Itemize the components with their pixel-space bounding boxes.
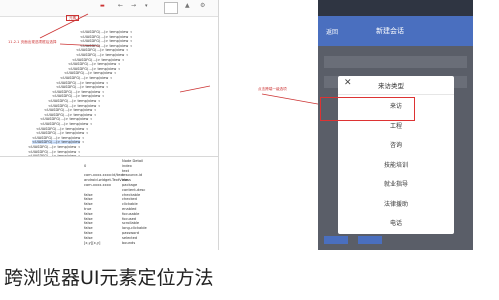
bottom-button[interactable]	[324, 236, 348, 244]
tree-node[interactable]: <UIASDFG(...)> temp/view▾	[60, 64, 112, 80]
tree-node[interactable]: <UIASDFG(...)> temp/view▾	[28, 147, 80, 163]
expand-caret-icon[interactable]: ▾	[106, 81, 108, 85]
expand-caret-icon[interactable]: ▾	[118, 67, 120, 71]
tree-node[interactable]: <UIASDFG(...)> temp/view▾	[52, 82, 104, 98]
properties-panel: Node Detail 0 index text com.xxxx.xxxx:id/te…	[0, 157, 218, 250]
tree-node[interactable]: <UIASDFG(...)> temp/view▾	[72, 46, 124, 62]
prop-key: password	[122, 231, 140, 235]
prop-key: content-desc	[122, 187, 146, 192]
tree-node[interactable]: <UIASDFG(...)> temp/view▾	[48, 87, 100, 103]
expand-caret-icon[interactable]: ▾	[110, 76, 112, 80]
bottom-button[interactable]	[358, 236, 382, 244]
tree-node[interactable]: <UIASDFG(...)> temp/view▾	[36, 115, 88, 131]
prop-key: index	[122, 163, 132, 168]
prop-value: com.xxxx.xxxx	[84, 183, 111, 187]
expand-caret-icon[interactable]: ▾	[94, 113, 96, 117]
prop-value: com.xxxx.xxxx:id/text	[84, 173, 124, 178]
tree-node[interactable]: <UIASDFG(...)> temp/view▾	[76, 36, 128, 52]
prop-value: false	[84, 202, 93, 207]
page-title: 新建会话	[376, 27, 404, 35]
caption-title: 跨浏览器UI元素定位方法	[4, 267, 214, 289]
modal-divider	[338, 94, 454, 95]
prop-key: resource-id	[122, 173, 143, 178]
tree-node[interactable]: <UIASDFG(...)> temp/view▾	[40, 105, 92, 121]
form-row[interactable]	[324, 56, 467, 68]
tree-node[interactable]: <UIASDFG(...)> temp/view▾	[80, 32, 132, 48]
prop-value: true	[84, 207, 92, 211]
expand-caret-icon[interactable]: ▾	[82, 140, 84, 144]
expand-caret-icon[interactable]: ▾	[98, 104, 100, 108]
prop-value: [x,y][x,y]	[84, 240, 101, 245]
prop-key: checked	[122, 197, 137, 202]
prop-value: false	[84, 221, 93, 226]
close-icon[interactable]: ✕	[344, 78, 352, 88]
tree-node[interactable]: <UIASDFG(...)> temp/view▾	[64, 59, 116, 75]
prop-value: false	[84, 197, 93, 202]
expand-caret-icon[interactable]: ▾	[86, 131, 88, 135]
prop-key: package	[122, 183, 138, 187]
expand-caret-icon[interactable]: ▾	[122, 58, 124, 62]
expand-caret-icon[interactable]: ▾	[106, 85, 108, 89]
expand-caret-icon[interactable]: ▾	[94, 108, 96, 112]
prop-value: false	[84, 192, 93, 197]
prop-key: checkable	[122, 192, 141, 197]
element-tree: <UIASDFG(...)> temp/view ▾ <UIASDFG(...)> …	[0, 16, 218, 163]
tree-node[interactable]: <UIASDFG(...)> temp/view▾	[80, 27, 132, 43]
prop-key: selected	[122, 235, 138, 240]
prop-key: focused	[122, 216, 137, 221]
phone-navbar: 返回 新建会话	[318, 16, 473, 46]
tree-node[interactable]: <UIASDFG(...)> temp/view▾	[68, 50, 120, 66]
prop-value: false	[84, 235, 93, 240]
tree-node[interactable]: <UIASDFG(...)> temp/view▾	[56, 69, 108, 85]
tree-node[interactable]: <UIASDFG(...)> temp/view▾	[44, 96, 96, 112]
prop-key: long-clickable	[122, 226, 147, 231]
tree-node[interactable]: <UIASDFG(...)> temp/view▾	[52, 78, 104, 94]
expand-caret-icon[interactable]: ▾	[98, 99, 100, 103]
option-item[interactable]: 电话	[338, 213, 454, 235]
expand-caret-icon[interactable]: ▾	[126, 48, 128, 52]
modal-title: 来访类型	[378, 82, 404, 90]
prop-key: bounds	[122, 240, 136, 245]
tree-node[interactable]: <UIASDFG(...)> temp/view▾	[28, 138, 80, 154]
prop-key: text	[122, 168, 130, 173]
expand-caret-icon[interactable]: ▾	[90, 122, 92, 126]
prop-key: Node Detail	[122, 159, 144, 163]
expand-caret-icon[interactable]: ▾	[130, 44, 132, 48]
prop-value: false	[84, 211, 93, 216]
prop-value: false	[84, 231, 93, 235]
tree-node[interactable]: <UIASDFG(...)> temp/view▾	[80, 23, 132, 39]
tree-node[interactable]: <UIASDFG(...)> temp/view▾	[56, 73, 108, 89]
tree-node[interactable]: <UIASDFG(...)> temp/view▾	[40, 110, 92, 126]
tree-node[interactable]: <UIASDFG(...)> temp/view▾	[32, 128, 84, 145]
prop-key: scrollable	[122, 221, 140, 226]
prop-key: focusable	[122, 211, 140, 216]
tree-node[interactable]: <UIASDFG(...)> temp/view▾	[48, 92, 100, 108]
prop-value: false	[84, 216, 93, 221]
tree-node[interactable]: <UIASDFG(...)> temp/view▾	[80, 18, 132, 34]
tree-node[interactable]: <UIASDFG(...)> temp/view▾	[36, 119, 88, 135]
expand-caret-icon[interactable]: ▾	[126, 53, 128, 57]
tree-node[interactable]: <UIASDFG(...)> temp/view▾	[28, 142, 80, 158]
tree-node[interactable]: <UIASDFG(...)> temp/view▾	[68, 55, 120, 71]
expand-caret-icon[interactable]: ▾	[114, 71, 116, 75]
tree-node[interactable]: <UIASDFG(...)> temp/view▾	[76, 41, 128, 57]
prop-key: clickable	[122, 202, 138, 207]
prop-value: false	[84, 226, 93, 231]
tree-node[interactable]: <UIASDFG(...)> temp/view▾	[28, 133, 80, 149]
expand-caret-icon[interactable]: ▾	[102, 94, 104, 98]
back-button[interactable]: 返回	[326, 27, 338, 36]
tree-node[interactable]: <UIASDFG(...)> temp/view▾	[32, 124, 84, 140]
prop-key: enabled	[122, 207, 137, 211]
prop-value: 0	[84, 163, 87, 168]
tree-node[interactable]: <UIASDFG(...)> temp/view▾	[44, 101, 96, 117]
expand-caret-icon[interactable]: ▾	[118, 62, 120, 66]
prop-key: class	[122, 178, 131, 183]
annotation-right: 点击跨端一级选项	[258, 87, 287, 91]
expand-caret-icon[interactable]: ▾	[130, 39, 132, 43]
expand-caret-icon[interactable]: ▾	[86, 127, 88, 131]
phone-statusbar	[318, 0, 473, 16]
highlight-box	[320, 97, 415, 121]
expand-caret-icon[interactable]: ▾	[90, 117, 92, 121]
